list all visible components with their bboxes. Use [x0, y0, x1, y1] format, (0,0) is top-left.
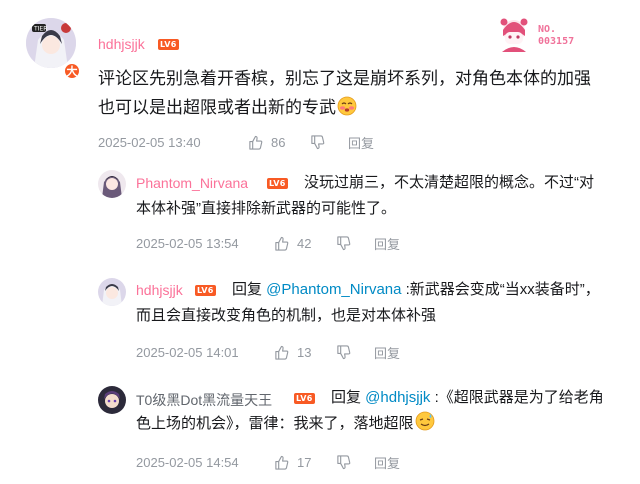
timestamp: 2025-02-05 13:40 — [98, 135, 201, 150]
like-count: 17 — [297, 455, 312, 470]
like-count: 42 — [297, 236, 312, 251]
comment-text: 没玩过崩三，不太清楚超限的概念。不过“对本体补强”直接排除新武器的可能性了。 — [136, 170, 606, 222]
timestamp: 2025-02-05 14:01 — [136, 345, 239, 360]
sub-reply: hdhjsjjk LV6 回复 @Phantom_Nirvana :新武器会变成… — [0, 264, 640, 368]
svg-text:TIER: TIER — [33, 26, 47, 33]
comment-text: 评论区先别急着开香槟，别忘了这是崩坏系列，对角色本体的加强也可以是出超限或者出新… — [98, 64, 598, 122]
reply-button[interactable]: 回复 — [374, 343, 400, 362]
sweat-face-emoji — [415, 411, 434, 431]
timestamp: 2025-02-05 13:54 — [136, 236, 239, 251]
comment-meta: 2025-02-05 14:01 13 回复 — [136, 343, 400, 362]
like-button[interactable]: 42 — [274, 236, 336, 251]
comment-body: 没玩过崩三，不太清楚超限的概念。不过“对本体补强”直接排除新武器的可能性了。 — [136, 174, 594, 217]
avatar[interactable] — [98, 278, 126, 306]
reply-button[interactable]: 回复 — [348, 133, 374, 152]
username[interactable]: hdhjsjjk — [98, 36, 145, 52]
thumb-down-icon — [311, 135, 325, 150]
thumb-up-icon — [275, 236, 289, 251]
thumb-up-icon — [249, 135, 263, 150]
reply-prefix: 回复 — [232, 281, 267, 298]
comment-meta: 2025-02-05 13:40 86 回复 — [98, 133, 374, 152]
reply-button[interactable]: 回复 — [374, 234, 400, 253]
root-comment: TIER 大 hdhjsjjk LV6 评论区先别急着开香槟，别忘了这是崩坏系列… — [0, 0, 640, 160]
comment-text: 回复 @hdhjsjjk :《超限武器是为了给老角色上场的机会》，雷律：我来了，… — [136, 385, 606, 437]
dislike-button[interactable] — [336, 345, 362, 360]
like-button[interactable]: 13 — [274, 345, 336, 360]
like-count: 13 — [297, 345, 312, 360]
comment-meta: 2025-02-05 13:54 42 回复 — [136, 234, 400, 253]
comment-text: 回复 @Phantom_Nirvana :新武器会变成“当xx装备时”，而且会直… — [136, 277, 606, 329]
thumb-down-icon — [337, 236, 351, 251]
like-button[interactable]: 86 — [248, 135, 310, 150]
sub-reply: T0级黑Dot黑流量天王 LV6 回复 @hdhjsjjk :《超限武器是为了给… — [0, 374, 640, 484]
dislike-button[interactable] — [310, 135, 336, 150]
avatar[interactable] — [98, 170, 126, 198]
comment-meta: 2025-02-05 14:54 17 回复 — [136, 453, 400, 472]
thumb-down-icon — [337, 455, 351, 470]
reply-button[interactable]: 回复 — [374, 453, 400, 472]
mention-link[interactable]: @Phantom_Nirvana — [266, 281, 401, 298]
avatar[interactable] — [98, 386, 126, 414]
shy-face-emoji — [337, 96, 357, 116]
thumb-up-icon — [275, 345, 289, 360]
thumb-up-icon — [275, 455, 289, 470]
creator-badge: 大 — [63, 62, 81, 80]
sub-reply: Phantom_Nirvana LV6 没玩过崩三，不太清楚超限的概念。不过“对… — [0, 160, 640, 260]
timestamp: 2025-02-05 14:54 — [136, 455, 239, 470]
thumb-down-icon — [337, 345, 351, 360]
like-button[interactable]: 17 — [274, 455, 336, 470]
like-count: 86 — [271, 135, 286, 150]
mention-link[interactable]: @hdhjsjjk — [365, 389, 430, 406]
level-badge: LV6 — [158, 39, 179, 50]
dislike-button[interactable] — [336, 236, 362, 251]
avatar[interactable]: TIER — [26, 18, 76, 68]
dislike-button[interactable] — [336, 455, 362, 470]
reply-prefix: 回复 — [331, 389, 366, 406]
